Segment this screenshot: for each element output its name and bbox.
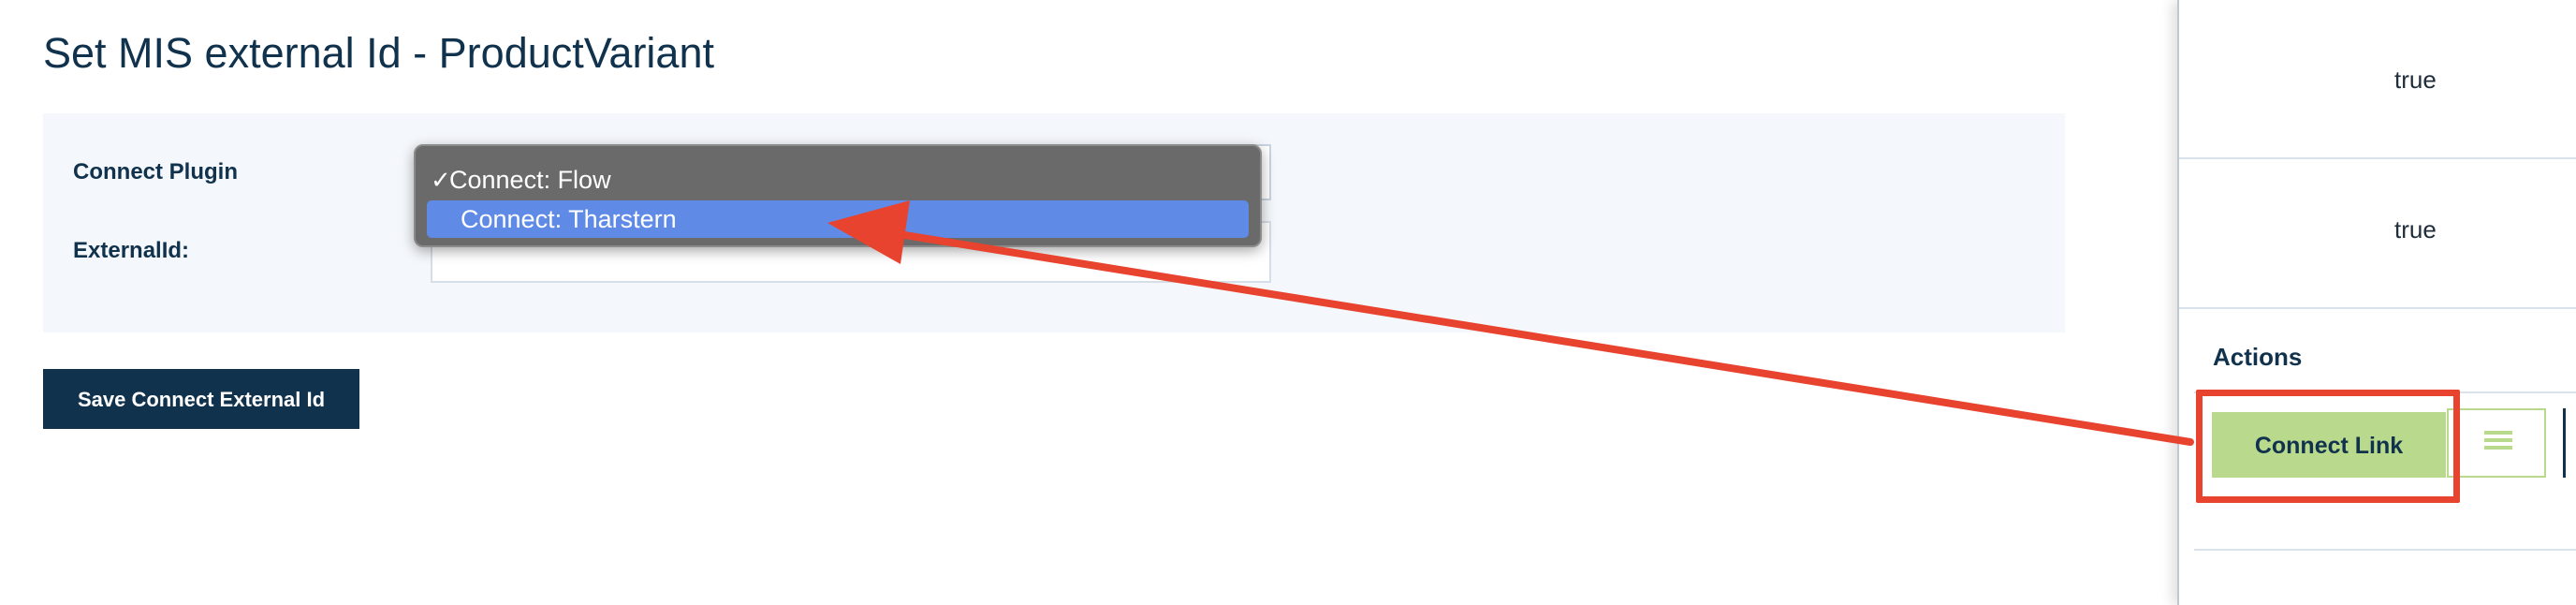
arrow-shaft xyxy=(895,230,2194,446)
arrow-head xyxy=(827,200,910,264)
annotation-arrow xyxy=(827,200,2194,446)
